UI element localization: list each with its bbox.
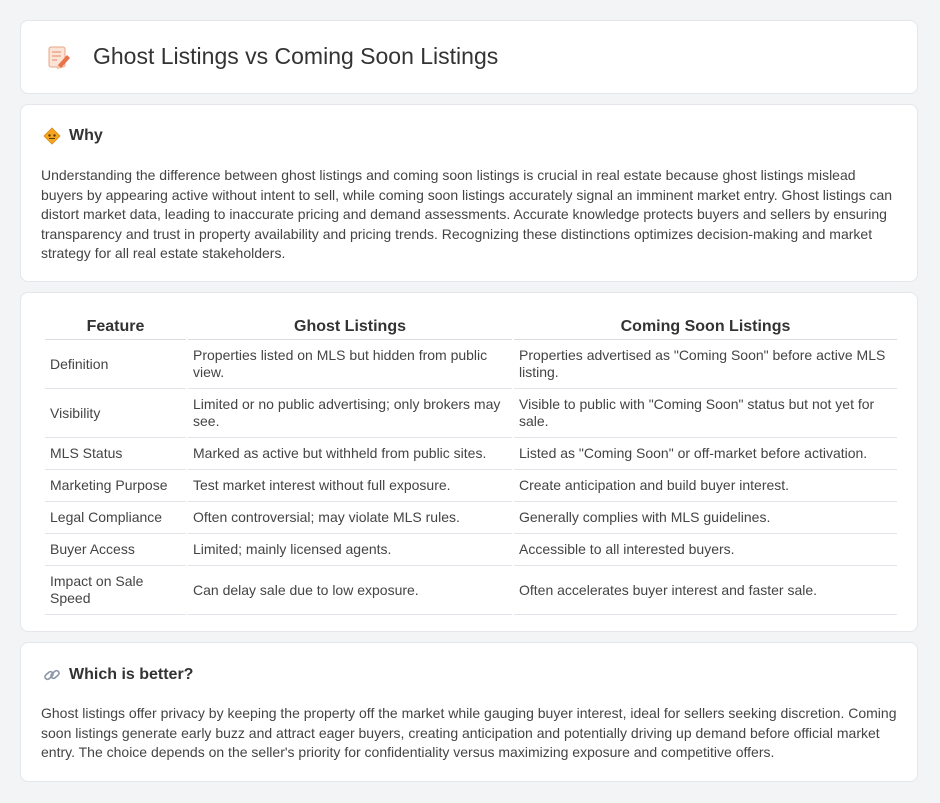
- coming-soon-cell: Accessible to all interested buyers.: [514, 534, 897, 566]
- coming-soon-cell: Generally complies with MLS guidelines.: [514, 502, 897, 534]
- header-ghost: Ghost Listings: [188, 315, 512, 340]
- table-row: MLS Status Marked as active but withheld…: [45, 438, 897, 470]
- ghost-cell: Limited; mainly licensed agents.: [188, 534, 512, 566]
- table-row: Marketing Purpose Test market interest w…: [45, 470, 897, 502]
- feature-cell: MLS Status: [45, 438, 186, 470]
- why-heading-row: Why: [43, 127, 103, 145]
- feature-cell: Visibility: [45, 389, 186, 438]
- why-heading: Why: [69, 127, 103, 144]
- ghost-cell: Marked as active but withheld from publi…: [188, 438, 512, 470]
- page-title: Ghost Listings vs Coming Soon Listings: [93, 43, 499, 69]
- warning-sign-icon: [43, 127, 61, 145]
- coming-soon-cell: Properties advertised as "Coming Soon" b…: [514, 340, 897, 389]
- ghost-cell: Limited or no public advertising; only b…: [188, 389, 512, 438]
- ghost-cell: Test market interest without full exposu…: [188, 470, 512, 502]
- coming-soon-cell: Often accelerates buyer interest and fas…: [514, 566, 897, 615]
- table-row: Legal Compliance Often controversial; ma…: [45, 502, 897, 534]
- header-feature: Feature: [45, 315, 186, 340]
- feature-cell: Impact on Sale Speed: [45, 566, 186, 615]
- pencil-document-icon: [48, 46, 70, 69]
- table-row: Buyer Access Limited; mainly licensed ag…: [45, 534, 897, 566]
- coming-soon-cell: Listed as "Coming Soon" or off-market be…: [514, 438, 897, 470]
- coming-soon-cell: Create anticipation and build buyer inte…: [514, 470, 897, 502]
- feature-cell: Buyer Access: [45, 534, 186, 566]
- table-row: Visibility Limited or no public advertis…: [45, 389, 897, 438]
- ghost-cell: Can delay sale due to low exposure.: [188, 566, 512, 615]
- which-better-card: Which is better? Ghost listings offer pr…: [20, 642, 918, 782]
- feature-cell: Definition: [45, 340, 186, 389]
- why-paragraph: Understanding the difference between gho…: [41, 167, 893, 261]
- table-row: Definition Properties listed on MLS but …: [45, 340, 897, 389]
- table-row: Impact on Sale Speed Can delay sale due …: [45, 566, 897, 615]
- title-row: Ghost Listings vs Coming Soon Listings: [47, 43, 498, 70]
- title-card: Ghost Listings vs Coming Soon Listings: [20, 20, 918, 94]
- better-heading-row: Which is better?: [43, 666, 193, 684]
- table-header-row: Feature Ghost Listings Coming Soon Listi…: [45, 315, 897, 340]
- feature-cell: Legal Compliance: [45, 502, 186, 534]
- link-icon: [44, 669, 60, 681]
- ghost-cell: Often controversial; may violate MLS rul…: [188, 502, 512, 534]
- ghost-cell: Properties listed on MLS but hidden from…: [188, 340, 512, 389]
- better-paragraph: Ghost listings offer privacy by keeping …: [41, 705, 897, 760]
- better-heading: Which is better?: [69, 666, 194, 683]
- header-coming-soon: Coming Soon Listings: [514, 315, 897, 340]
- feature-cell: Marketing Purpose: [45, 470, 186, 502]
- comparison-table: Feature Ghost Listings Coming Soon Listi…: [43, 315, 899, 615]
- comparison-card: Feature Ghost Listings Coming Soon Listi…: [20, 292, 918, 632]
- why-card: Why Understanding the difference between…: [20, 104, 918, 282]
- coming-soon-cell: Visible to public with "Coming Soon" sta…: [514, 389, 897, 438]
